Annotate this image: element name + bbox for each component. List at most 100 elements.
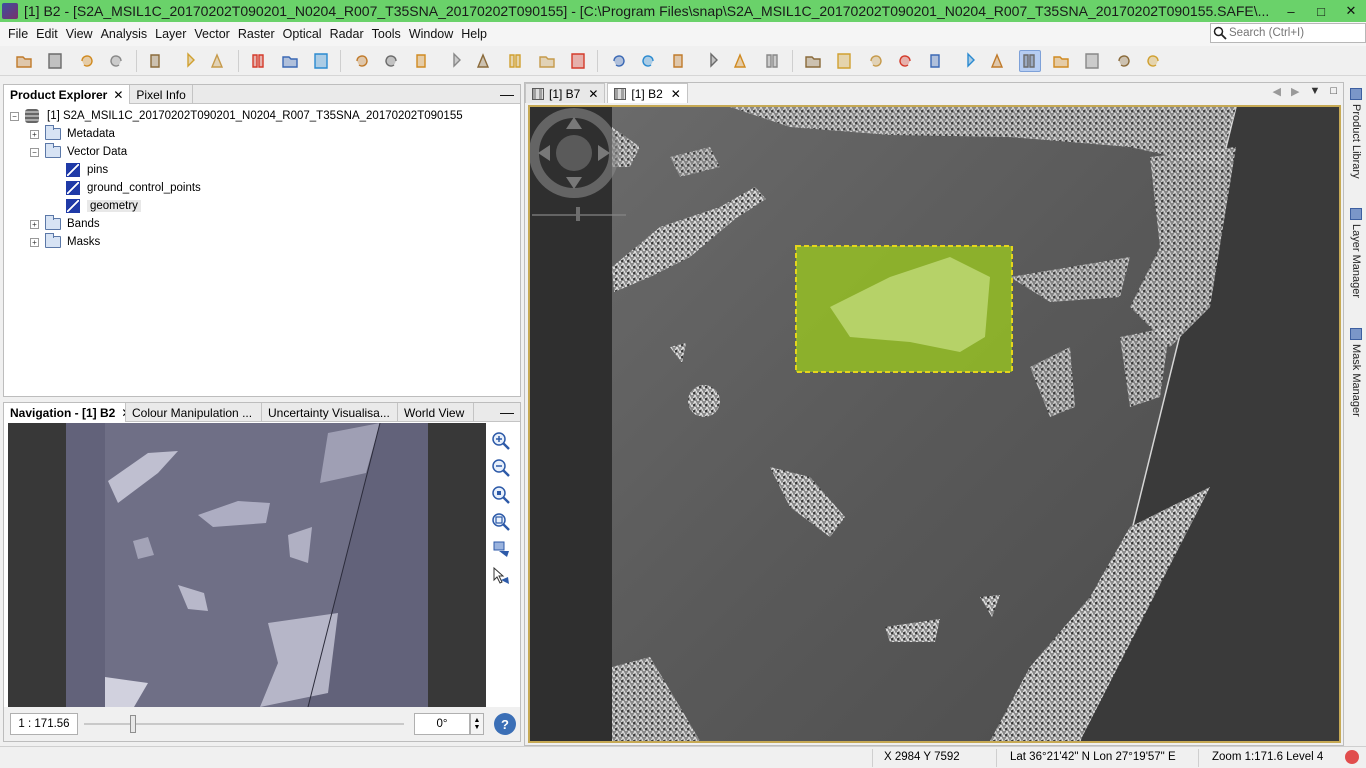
- menu-radar[interactable]: Radar: [326, 27, 368, 41]
- menu-analysis[interactable]: Analysis: [97, 27, 152, 41]
- search-input[interactable]: [1229, 27, 1359, 39]
- profile-plot-icon[interactable]: [505, 50, 527, 72]
- maximize-view-icon[interactable]: □: [1330, 85, 1337, 98]
- rotation-field[interactable]: 0°: [414, 713, 470, 735]
- rectangle-drawing-icon[interactable]: [1018, 49, 1041, 72]
- tab-pixel-info[interactable]: Pixel Info: [130, 85, 193, 104]
- zoom-slider-handle[interactable]: [130, 715, 136, 733]
- tab-list-icon[interactable]: ▼: [1309, 85, 1320, 98]
- spectrum-icon[interactable]: [381, 50, 403, 72]
- sync-views-icon[interactable]: [638, 50, 660, 72]
- menu-layer[interactable]: Layer: [151, 27, 190, 41]
- rotation-spinner[interactable]: ▲ ▼: [470, 713, 484, 735]
- menu-vector[interactable]: Vector: [190, 27, 233, 41]
- close-tab-icon[interactable]: ✕: [588, 87, 598, 101]
- help-button[interactable]: ?: [494, 713, 516, 735]
- menu-edit[interactable]: Edit: [32, 27, 62, 41]
- tree-node-pins[interactable]: pins: [66, 161, 108, 179]
- scale-field[interactable]: 1 : 171.56: [10, 713, 78, 735]
- tree-node-ground-control-points[interactable]: ground_control_points: [66, 179, 201, 197]
- close-tab-icon[interactable]: ✕: [113, 88, 123, 102]
- tab-colour-manipulation[interactable]: Colour Manipulation ...: [126, 403, 262, 422]
- tree-node-product[interactable]: − [1] S2A_MSIL1C_20170202T090201_N0204_R…: [10, 107, 463, 125]
- polyline-drawing-icon[interactable]: [988, 50, 1010, 72]
- tree-node-masks[interactable]: + Masks: [30, 233, 100, 251]
- redo-icon[interactable]: [106, 50, 128, 72]
- navigation-overview-image[interactable]: [8, 423, 486, 707]
- previous-tab-icon[interactable]: ◀: [1273, 85, 1281, 98]
- minimize-panel-button[interactable]: —: [500, 85, 514, 103]
- close-tab-icon[interactable]: ✕: [671, 87, 681, 101]
- zoom-in-icon[interactable]: [490, 430, 512, 452]
- overlay-icon[interactable]: [607, 50, 629, 72]
- select-tool-icon[interactable]: [802, 50, 824, 72]
- tree-node-metadata[interactable]: + Metadata: [30, 125, 115, 143]
- zoom-out-icon[interactable]: [490, 457, 512, 479]
- tab-image-b7[interactable]: [1] B7 ✕: [525, 83, 606, 103]
- tree-node-bands[interactable]: + Bands: [30, 215, 100, 233]
- graticule-icon[interactable]: [669, 50, 691, 72]
- tab-uncertainty-visualisation[interactable]: Uncertainty Visualisa...: [262, 403, 398, 422]
- zoom-all-icon[interactable]: [490, 511, 512, 533]
- maximize-window-button[interactable]: □: [1306, 0, 1336, 22]
- ellipse-drawing-icon[interactable]: [1081, 50, 1103, 72]
- polygon-drawing-icon[interactable]: [1050, 50, 1072, 72]
- world-map-icon[interactable]: [700, 50, 722, 72]
- zoom-pixel-icon[interactable]: [490, 484, 512, 506]
- information-icon[interactable]: [474, 50, 496, 72]
- tab-product-explorer[interactable]: Product Explorer ✕: [4, 85, 131, 104]
- import-icon[interactable]: [146, 50, 168, 72]
- mask-overlay-icon[interactable]: [762, 50, 784, 72]
- menu-optical[interactable]: Optical: [279, 27, 326, 41]
- session-icon[interactable]: [208, 50, 230, 72]
- stop-process-icon[interactable]: [1345, 750, 1359, 764]
- pan-tool-icon[interactable]: [833, 50, 855, 72]
- open-product-icon[interactable]: [13, 50, 35, 72]
- tree-node-vector-data[interactable]: − Vector Data: [30, 143, 127, 161]
- band-maths-icon[interactable]: [279, 50, 301, 72]
- menu-file[interactable]: File: [4, 27, 32, 41]
- minimize-window-button[interactable]: –: [1276, 0, 1306, 22]
- dock-layer-manager[interactable]: Layer Manager: [1348, 208, 1364, 318]
- geo-coding-icon[interactable]: [412, 50, 434, 72]
- expand-icon[interactable]: +: [30, 219, 39, 229]
- undo-icon[interactable]: [75, 50, 97, 72]
- menu-view[interactable]: View: [62, 27, 97, 41]
- tab-image-b2[interactable]: [1] B2 ✕: [607, 83, 688, 103]
- pin-tool-icon[interactable]: [350, 50, 372, 72]
- scatter-plot-icon[interactable]: [536, 50, 558, 72]
- dock-mask-manager[interactable]: Mask Manager: [1348, 328, 1364, 438]
- expand-icon[interactable]: +: [30, 237, 39, 247]
- sync-views-icon[interactable]: [490, 538, 512, 560]
- statistics-icon[interactable]: [567, 50, 589, 72]
- collapse-icon[interactable]: −: [30, 147, 39, 157]
- sync-cursor-icon[interactable]: [490, 565, 512, 587]
- menu-window[interactable]: Window: [405, 27, 457, 41]
- next-tab-icon[interactable]: ▶: [1291, 85, 1299, 98]
- export-icon[interactable]: [177, 50, 199, 72]
- pin-placing-icon[interactable]: [895, 50, 917, 72]
- range-finder-icon[interactable]: [1112, 50, 1134, 72]
- wave-icon[interactable]: [310, 50, 332, 72]
- dock-product-library[interactable]: Product Library: [1348, 88, 1364, 208]
- menu-help[interactable]: Help: [457, 27, 491, 41]
- tree-node-geometry[interactable]: geometry: [66, 197, 141, 215]
- collapse-icon[interactable]: −: [10, 111, 19, 121]
- rgb-image-icon[interactable]: [248, 50, 270, 72]
- save-product-icon[interactable]: [44, 50, 66, 72]
- close-window-button[interactable]: ✕: [1336, 0, 1366, 22]
- spin-up-icon[interactable]: ▲: [474, 717, 481, 724]
- histogram-icon[interactable]: [443, 50, 465, 72]
- gcp-icon[interactable]: [731, 50, 753, 72]
- tab-navigation[interactable]: Navigation - [1] B2 ✕: [4, 403, 126, 422]
- tab-world-view[interactable]: World View: [398, 403, 474, 422]
- minimize-panel-button[interactable]: —: [500, 403, 514, 421]
- menu-raster[interactable]: Raster: [234, 27, 279, 41]
- gcp-placing-icon[interactable]: [926, 50, 948, 72]
- line-drawing-icon[interactable]: [957, 50, 979, 72]
- spin-down-icon[interactable]: ▼: [474, 724, 481, 731]
- menu-tools[interactable]: Tools: [368, 27, 405, 41]
- satellite-image-canvas[interactable]: [528, 105, 1341, 743]
- expand-icon[interactable]: +: [30, 129, 39, 139]
- zoom-tool-icon[interactable]: [864, 50, 886, 72]
